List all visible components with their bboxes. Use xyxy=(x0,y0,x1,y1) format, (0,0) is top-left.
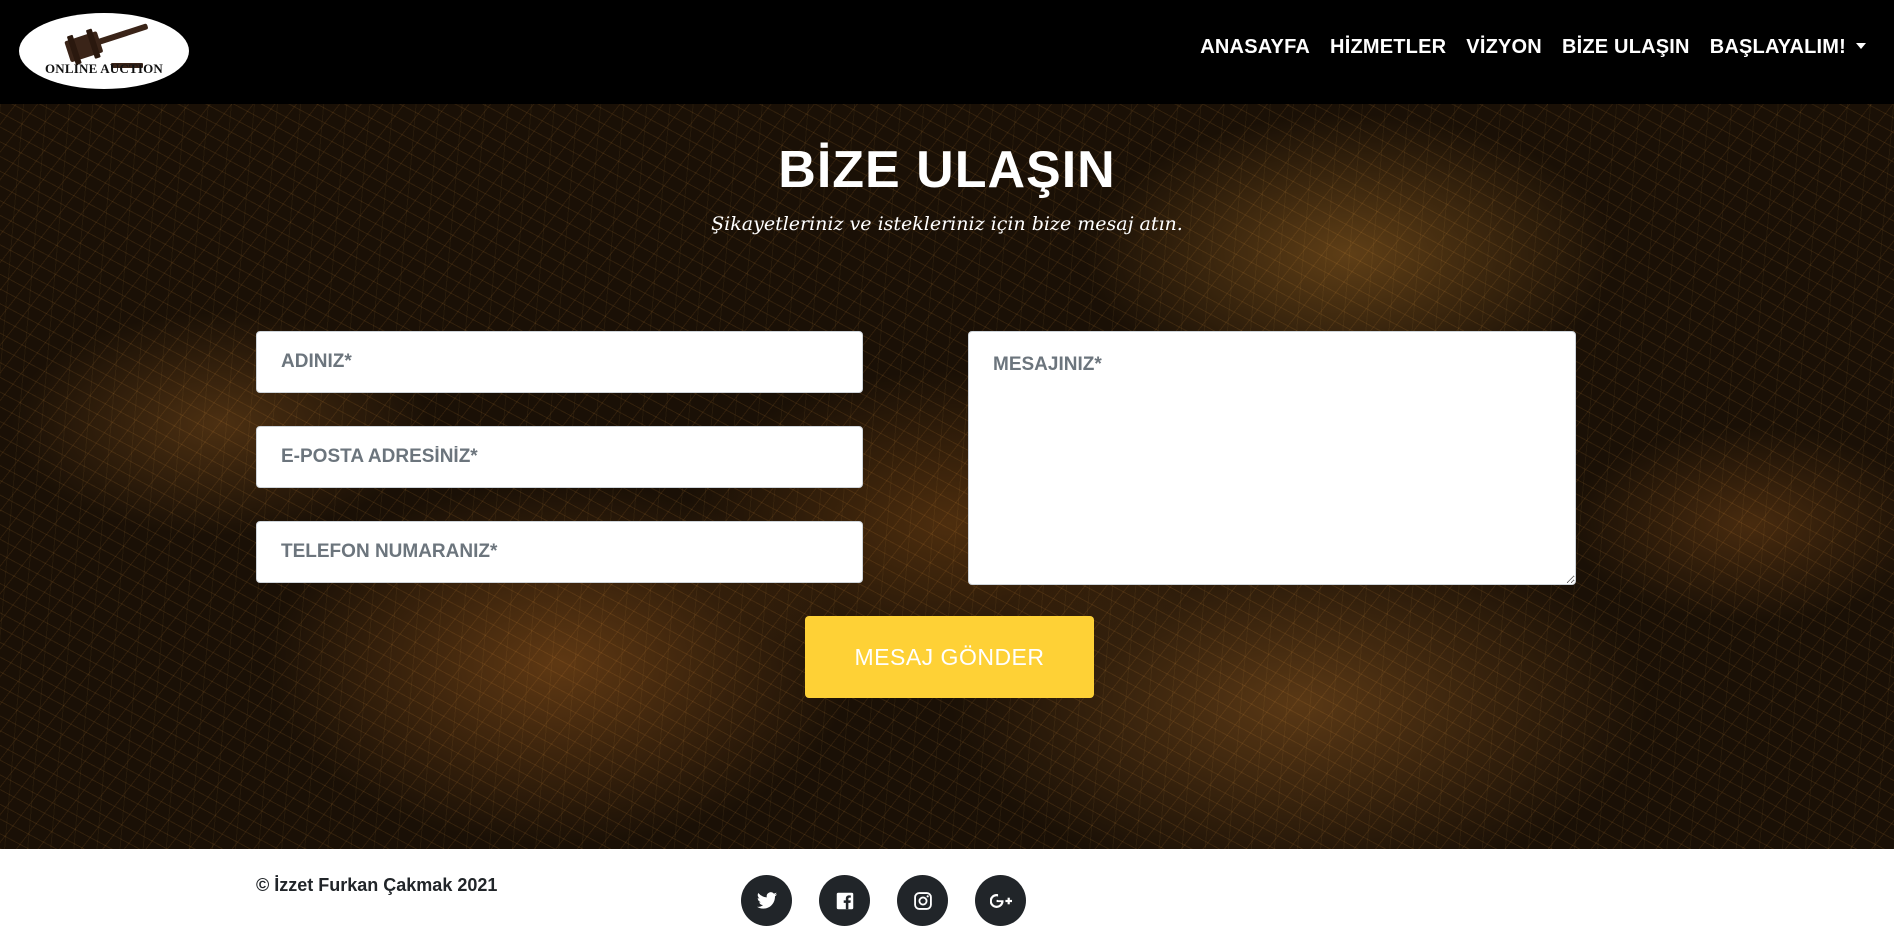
nav-item-hizmetler[interactable]: HİZMETLER xyxy=(1330,36,1446,59)
nav-item-bize-ulasin[interactable]: BİZE ULAŞIN xyxy=(1562,36,1690,59)
gavel-icon xyxy=(64,23,148,68)
phone-input[interactable] xyxy=(256,521,863,583)
google-plus-icon xyxy=(989,893,1012,908)
logo-text: ONLINE AUCTION xyxy=(44,61,164,76)
email-input[interactable] xyxy=(256,426,863,488)
nav-item-baslayalim-dropdown[interactable]: BAŞLAYALIM! xyxy=(1710,36,1866,59)
nav-menu: ANASAYFA HİZMETLER VİZYON BİZE ULAŞIN BA… xyxy=(1200,36,1866,59)
nav-item-anasayfa[interactable]: ANASAYFA xyxy=(1200,36,1310,59)
instagram-icon xyxy=(913,891,932,910)
section-subtitle: Şikayetleriniz ve istekleriniz için bize… xyxy=(711,213,1183,235)
caret-down-icon xyxy=(1856,43,1866,49)
footer: © İzzet Furkan Çakmak 2021 xyxy=(0,849,1894,935)
facebook-icon xyxy=(836,892,853,909)
google-plus-link[interactable] xyxy=(975,875,1026,926)
facebook-link[interactable] xyxy=(819,875,870,926)
nav-item-vizyon[interactable]: VİZYON xyxy=(1466,36,1542,59)
nav-item-baslayalim-label: BAŞLAYALIM! xyxy=(1709,36,1846,58)
instagram-link[interactable] xyxy=(897,875,948,926)
section-title: BİZE ULAŞIN xyxy=(778,141,1116,199)
contact-section: BİZE ULAŞIN Şikayetleriniz ve isteklerin… xyxy=(0,104,1894,849)
send-message-button[interactable]: MESAJ GÖNDER xyxy=(805,616,1094,698)
copyright-text: © İzzet Furkan Çakmak 2021 xyxy=(256,875,498,895)
name-input[interactable] xyxy=(256,331,863,393)
twitter-link[interactable] xyxy=(741,875,792,926)
navbar: ONLINE AUCTION ANASAYFA HİZMETLER VİZYON… xyxy=(0,0,1894,104)
brand-logo[interactable]: ONLINE AUCTION xyxy=(19,13,189,89)
twitter-icon xyxy=(756,891,777,909)
message-textarea[interactable] xyxy=(968,331,1576,585)
